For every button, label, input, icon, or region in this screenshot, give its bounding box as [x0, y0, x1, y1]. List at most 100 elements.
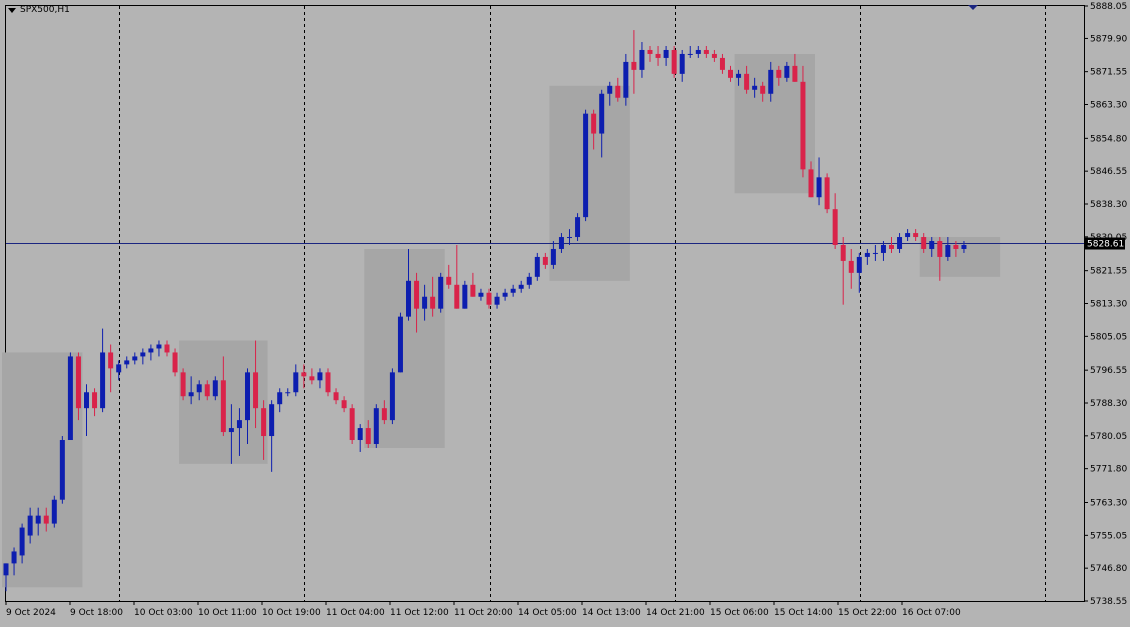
x-axis-label: 10 Oct 19:00: [262, 608, 321, 618]
y-axis-label: 5755.05: [1090, 531, 1127, 541]
y-axis-label: 5863.30: [1090, 101, 1127, 111]
candle-body-bear: [446, 276, 452, 285]
candle-body-bull: [397, 316, 403, 373]
x-axis-label: 15 Oct 22:00: [838, 608, 897, 618]
candle-body-bull: [269, 404, 275, 437]
current-price-label: 5828.61: [1087, 240, 1124, 250]
dropdown-arrow-icon[interactable]: [8, 7, 16, 13]
candle-body-bear: [301, 372, 307, 377]
candle-body-bull: [228, 428, 234, 433]
candle-body-bear: [591, 113, 597, 134]
candle-body-bear: [671, 49, 677, 74]
candle-body-bull: [494, 296, 500, 305]
candle-body-bull: [277, 392, 283, 405]
candle-body-bear: [349, 408, 355, 441]
candle-body-bear: [703, 49, 709, 54]
candle-body-bull: [236, 420, 242, 429]
candle-body-bull: [575, 217, 581, 238]
candle-body-bear: [647, 49, 653, 54]
candle-body-bear: [164, 344, 170, 353]
y-axis-label: 5780.05: [1090, 432, 1127, 442]
candle-body-bull: [19, 527, 25, 556]
candle-body-bull: [736, 73, 742, 78]
candle-body-bear: [381, 408, 387, 421]
candle-body-bull: [3, 563, 9, 576]
candle-body-bear: [365, 428, 371, 444]
candle-body-bear: [470, 284, 476, 297]
y-axis-label: 5763.30: [1090, 498, 1127, 508]
y-axis-label: 5796.55: [1090, 366, 1127, 376]
candle-body-bull: [188, 392, 194, 397]
chart-window[interactable]: 5888.05 5879.90 5871.55 5863.30 5854.80 5846.…: [0, 0, 1130, 627]
candle-body-bull: [929, 241, 935, 249]
candle-body-bear: [913, 233, 919, 238]
candle-body-bull: [212, 380, 218, 397]
candle-body-bear: [776, 69, 782, 78]
candle-body-bear: [631, 61, 637, 70]
candle-body-bull: [695, 49, 701, 54]
candle-body-bear: [75, 356, 81, 409]
x-axis-label: 16 Oct 07:00: [902, 608, 961, 618]
x-axis-label: 9 Oct 2024: [6, 608, 56, 618]
candle-body-bear: [728, 69, 733, 78]
y-axis-label: 5888.05: [1090, 2, 1127, 12]
candle-body-bull: [502, 292, 508, 297]
candle-body-bull: [518, 284, 524, 289]
candle-body-bull: [510, 288, 516, 293]
candle-body-bear: [832, 209, 838, 245]
candle-body-bull: [422, 296, 428, 309]
candle-body-bull: [752, 85, 758, 90]
candle-body-bear: [655, 53, 661, 58]
candle-body-bear: [430, 296, 436, 309]
candle-body-bear: [937, 241, 943, 257]
x-axis-label: 10 Oct 03:00: [134, 608, 193, 618]
y-axis-label: 5871.55: [1090, 68, 1127, 78]
y-axis-label: 5879.90: [1090, 34, 1127, 44]
candle-body-bear: [204, 384, 210, 397]
candle-body-bear: [309, 376, 315, 381]
candle-body-bear: [108, 352, 114, 369]
candle-body-bull: [462, 284, 468, 309]
candle-body-bull: [373, 408, 379, 444]
y-axis-label: 5846.55: [1090, 167, 1127, 177]
candle-body-bull: [679, 53, 685, 74]
candle-body-bull: [550, 248, 556, 265]
candle-body-bear: [848, 260, 854, 273]
candle-body-bull: [599, 93, 605, 134]
candle-body-bull: [663, 49, 669, 58]
candle-body-bull: [880, 244, 886, 253]
y-axis-label: 5813.30: [1090, 300, 1127, 310]
y-axis-label: 5738.55: [1090, 597, 1127, 607]
candle-body-bull: [245, 372, 250, 421]
candle-body-bear: [824, 177, 830, 210]
candle-body-bull: [945, 244, 951, 257]
candle-body-bear: [792, 65, 798, 82]
candle-body-bear: [744, 73, 750, 90]
candle-body-bull: [148, 348, 154, 353]
candle-body-bear: [43, 515, 49, 524]
candle-body-bear: [261, 408, 267, 437]
x-axis-label: 10 Oct 11:00: [198, 608, 257, 618]
price-chart[interactable]: 5888.05 5879.90 5871.55 5863.30 5854.80 5846.…: [0, 0, 1130, 627]
candle-body-bull: [639, 49, 645, 70]
x-axis-label: 14 Oct 05:00: [518, 608, 577, 618]
candle-body-bull: [67, 356, 73, 441]
candle-body-bull: [897, 237, 903, 249]
x-axis-label: 14 Oct 21:00: [646, 608, 705, 618]
candle-body-bear: [719, 57, 725, 70]
x-axis-label: 11 Oct 12:00: [390, 608, 449, 618]
y-axis-label: 5854.80: [1090, 134, 1127, 144]
candle-body-bull: [623, 61, 629, 98]
x-axis-label: 9 Oct 18:00: [70, 608, 123, 618]
candle-body-bull: [872, 252, 878, 254]
candle-body-bull: [856, 256, 862, 273]
candle-body-bull: [687, 53, 693, 55]
candle-body-bull: [132, 356, 138, 361]
candle-body-bull: [84, 392, 89, 409]
candle-body-bull: [27, 515, 33, 536]
y-axis-label: 5771.80: [1090, 465, 1127, 475]
chart-header[interactable]: SPX500,H1: [8, 5, 70, 15]
candle-body-bear: [172, 352, 178, 373]
candle-body-bull: [864, 252, 870, 257]
candle-body-bear: [800, 81, 806, 170]
